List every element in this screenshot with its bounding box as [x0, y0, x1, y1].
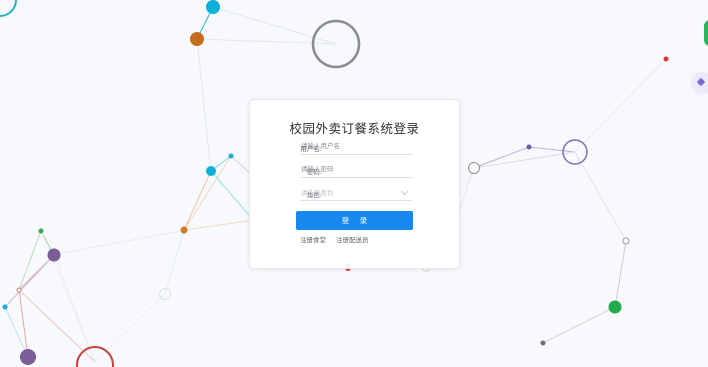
login-button[interactable]: 登 录 — [296, 211, 413, 230]
password-input[interactable] — [300, 161, 413, 178]
gem-icon — [696, 77, 706, 87]
chevron-down-icon — [400, 187, 409, 196]
username-input[interactable] — [300, 138, 413, 155]
role-select-placeholder: 请选择角色 — [301, 189, 334, 197]
login-card: 校园外卖订餐系统登录 用户名: 密码: 角色: 请选择角色 登 录 注册食堂 注… — [249, 99, 460, 269]
side-float-widget[interactable] — [692, 73, 708, 93]
edge-widget — [704, 20, 708, 46]
register-canteen-link[interactable]: 注册食堂 — [300, 234, 326, 244]
login-title: 校园外卖订餐系统登录 — [289, 121, 420, 136]
register-courier-link[interactable]: 注册配送员 — [336, 234, 369, 244]
role-select[interactable]: 请选择角色 — [300, 184, 412, 201]
